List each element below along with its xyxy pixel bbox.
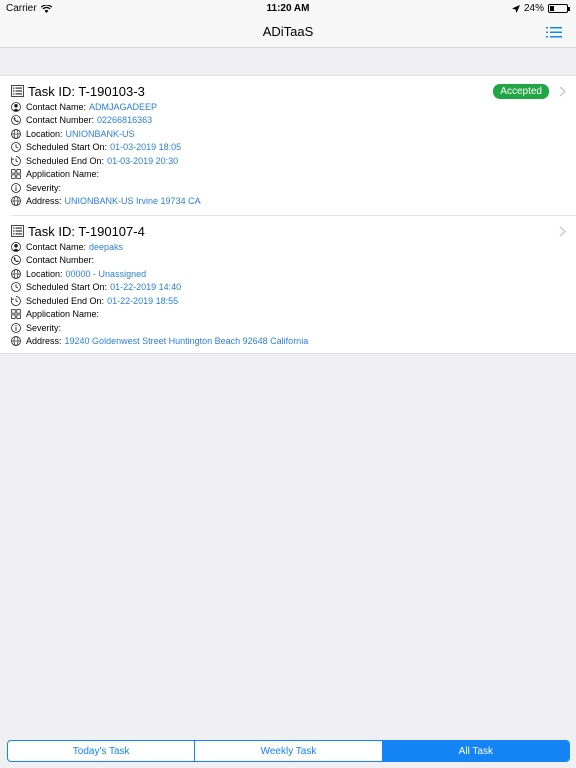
clock-icon [11,282,21,293]
task-header: Task ID: T-190107-4 [11,222,576,240]
task-filter-segment: Today's Task Weekly Task All Task [7,740,570,762]
grid-icon [11,169,21,180]
location-value: UNIONBANK-US [65,128,135,139]
battery-percent: 24% [523,3,544,14]
contact-name-value: ADMJAGADEEP [89,101,158,112]
status-time: 11:20 AM [266,3,310,14]
scheduled-start-value: 01-22-2019 14:40 [110,282,182,293]
task-card[interactable]: Task ID: T-190103-3 Accepted Contact Nam… [0,76,576,215]
person-icon [11,101,21,112]
clock-icon [11,142,21,153]
task-list-icon [11,225,24,237]
tab-all-task[interactable]: All Task [381,741,569,761]
location-row: Location: UNIONBANK-US [11,127,576,141]
globe-icon [11,268,21,279]
task-list-icon [11,85,24,97]
chevron-right-icon[interactable] [559,86,566,97]
scheduled-start-row: Scheduled Start On: 01-22-2019 14:40 [11,281,576,295]
globe-icon [11,196,21,207]
location-label: Location: [26,128,63,139]
tab-todays-task[interactable]: Today's Task [8,741,194,761]
battery-icon [548,4,570,13]
contact-number-label: Contact Number: [26,255,95,266]
scheduled-start-label: Scheduled Start On: [26,142,108,153]
chevron-right-icon[interactable] [559,226,566,237]
scheduled-end-label: Scheduled End On: [26,155,105,166]
scheduled-start-row: Scheduled Start On: 01-03-2019 18:05 [11,141,576,155]
contact-name-row: Contact Name: ADMJAGADEEP [11,100,576,114]
contact-number-row: Contact Number: 02266816363 [11,114,576,128]
scheduled-end-label: Scheduled End On: [26,295,105,306]
contact-name-label: Contact Name: [26,241,87,252]
task-id: Task ID: T-190107-4 [28,223,145,239]
application-name-label: Application Name: [26,309,100,320]
status-bar: Carrier 11:20 AM 24% [0,0,576,18]
info-icon [11,182,21,193]
tab-weekly-task[interactable]: Weekly Task [194,741,381,761]
scheduled-end-row: Scheduled End On: 01-03-2019 20:30 [11,154,576,168]
contact-name-value: deepaks [89,241,124,252]
phone-icon [11,255,21,266]
status-right: 24% [511,3,570,14]
address-value: UNIONBANK-US Irvine 19734 CA [64,196,201,207]
phone-icon [11,115,21,126]
clock-end-icon [11,295,21,306]
application-name-label: Application Name: [26,169,100,180]
scheduled-end-value: 01-22-2019 18:55 [107,295,179,306]
task-card[interactable]: Task ID: T-190107-4 Contact Name: deepak… [11,215,576,353]
menu-list-icon[interactable] [546,26,562,39]
location-value: 00000 - Unassigned [65,268,147,279]
clock-end-icon [11,155,21,166]
contact-number-label: Contact Number: [26,115,95,126]
scheduled-start-value: 01-03-2019 18:05 [110,142,182,153]
scheduled-start-label: Scheduled Start On: [26,282,108,293]
application-row: Application Name: [11,308,576,322]
location-arrow-icon [511,4,520,13]
contact-number-row: Contact Number: [11,254,576,268]
address-label: Address: [26,336,62,347]
task-id: Task ID: T-190103-3 [28,83,145,99]
globe-icon [11,128,21,139]
contact-number-value[interactable]: 02266816363 [97,115,152,125]
scheduled-end-value: 01-03-2019 20:30 [107,155,179,166]
severity-row: Severity: [11,321,576,335]
severity-label: Severity: [26,182,62,193]
address-label: Address: [26,196,62,207]
severity-row: Severity: [11,181,576,195]
application-row: Application Name: [11,168,576,182]
task-header: Task ID: T-190103-3 [11,82,576,100]
battery-level [550,6,554,11]
grid-icon [11,309,21,320]
severity-label: Severity: [26,322,62,333]
person-icon [11,241,21,252]
navigation-bar: ADiTaaS [0,18,576,48]
scheduled-end-row: Scheduled End On: 01-22-2019 18:55 [11,294,576,308]
contact-name-row: Contact Name: deepaks [11,240,576,254]
battery-tip [568,7,570,11]
task-list: Task ID: T-190103-3 Accepted Contact Nam… [0,75,576,354]
address-row: Address: UNIONBANK-US Irvine 19734 CA [11,195,576,209]
location-label: Location: [26,268,63,279]
location-row: Location: 00000 - Unassigned [11,267,576,281]
status-badge: Accepted [493,84,549,99]
globe-icon [11,336,21,347]
page-title: ADiTaaS [262,24,314,39]
contact-name-label: Contact Name: [26,101,87,112]
info-icon [11,322,21,333]
address-value: 19240 Goldenwest Street Huntington Beach… [64,336,309,347]
address-row: Address: 19240 Goldenwest Street Hunting… [11,335,576,349]
